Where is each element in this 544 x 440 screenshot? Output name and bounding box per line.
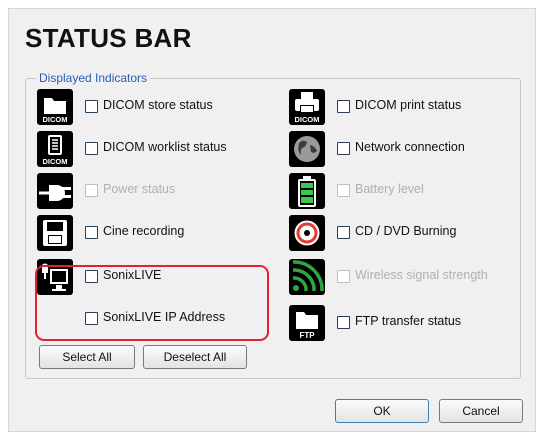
wireless-signal-icon bbox=[289, 259, 325, 295]
icon-caption: FTP bbox=[299, 331, 315, 340]
status-bar-dialog: STATUS BAR Displayed Indicators DICOM DI… bbox=[8, 8, 536, 432]
ftp-transfer-label: FTP transfer status bbox=[355, 314, 462, 328]
dialog-title: STATUS BAR bbox=[25, 23, 192, 53]
dicom-store-label: DICOM store status bbox=[103, 98, 213, 112]
indicator-ftp: FTP FTP transfer status bbox=[289, 305, 509, 341]
indicator-dicom-print: DICOM DICOM print status bbox=[289, 89, 509, 125]
ftp-transfer-checkbox[interactable] bbox=[337, 316, 350, 329]
dicom-print-label: DICOM print status bbox=[355, 98, 462, 112]
icon-caption: DICOM bbox=[43, 157, 68, 166]
globe-network-icon bbox=[289, 131, 325, 167]
icon-caption: DICOM bbox=[43, 115, 68, 124]
dicom-print-checkbox[interactable] bbox=[337, 100, 350, 113]
cd-dvd-burning-label: CD / DVD Burning bbox=[355, 224, 457, 238]
indicator-network: Network connection bbox=[289, 131, 509, 167]
cd-dvd-burning-checkbox[interactable] bbox=[337, 226, 350, 239]
battery-level-label: Battery level bbox=[355, 182, 424, 196]
disk-save-icon bbox=[37, 215, 73, 251]
indicator-dicom-worklist: DICOM DICOM worklist status bbox=[37, 131, 257, 167]
network-connection-checkbox[interactable] bbox=[337, 142, 350, 155]
ok-button[interactable]: OK bbox=[335, 399, 429, 423]
cine-recording-checkbox[interactable] bbox=[85, 226, 98, 239]
folder-ftp-icon: FTP bbox=[289, 305, 325, 341]
cancel-button[interactable]: Cancel bbox=[439, 399, 523, 423]
disc-burning-icon bbox=[289, 215, 325, 251]
battery-icon bbox=[289, 173, 325, 209]
dicom-store-checkbox[interactable] bbox=[85, 100, 98, 113]
deselect-all-button[interactable]: Deselect All bbox=[143, 345, 247, 369]
dicom-worklist-label: DICOM worklist status bbox=[103, 140, 227, 154]
icon-caption: DICOM bbox=[295, 115, 320, 124]
printer-dicom-icon: DICOM bbox=[289, 89, 325, 125]
select-all-button[interactable]: Select All bbox=[39, 345, 135, 369]
wireless-signal-label: Wireless signal strength bbox=[355, 268, 488, 282]
worklist-dicom-icon: DICOM bbox=[37, 131, 73, 167]
network-connection-label: Network connection bbox=[355, 140, 465, 154]
indicator-battery: Battery level bbox=[289, 173, 509, 209]
dicom-worklist-checkbox[interactable] bbox=[85, 142, 98, 155]
cine-recording-label: Cine recording bbox=[103, 224, 185, 238]
sonixlive-highlight-frame bbox=[35, 265, 269, 341]
indicator-cd-dvd: CD / DVD Burning bbox=[289, 215, 509, 251]
indicator-wireless: Wireless signal strength bbox=[289, 259, 509, 295]
indicator-dicom-store: DICOM DICOM store status bbox=[37, 89, 257, 125]
group-label: Displayed Indicators bbox=[39, 71, 148, 85]
battery-level-checkbox[interactable] bbox=[337, 184, 350, 197]
indicator-power: Power status bbox=[37, 173, 257, 209]
folder-dicom-icon: DICOM bbox=[37, 89, 73, 125]
power-status-label: Power status bbox=[103, 182, 176, 196]
indicator-cine: Cine recording bbox=[37, 215, 257, 251]
wireless-signal-checkbox[interactable] bbox=[337, 270, 350, 283]
power-status-checkbox[interactable] bbox=[85, 184, 98, 197]
power-plug-icon bbox=[37, 173, 73, 209]
